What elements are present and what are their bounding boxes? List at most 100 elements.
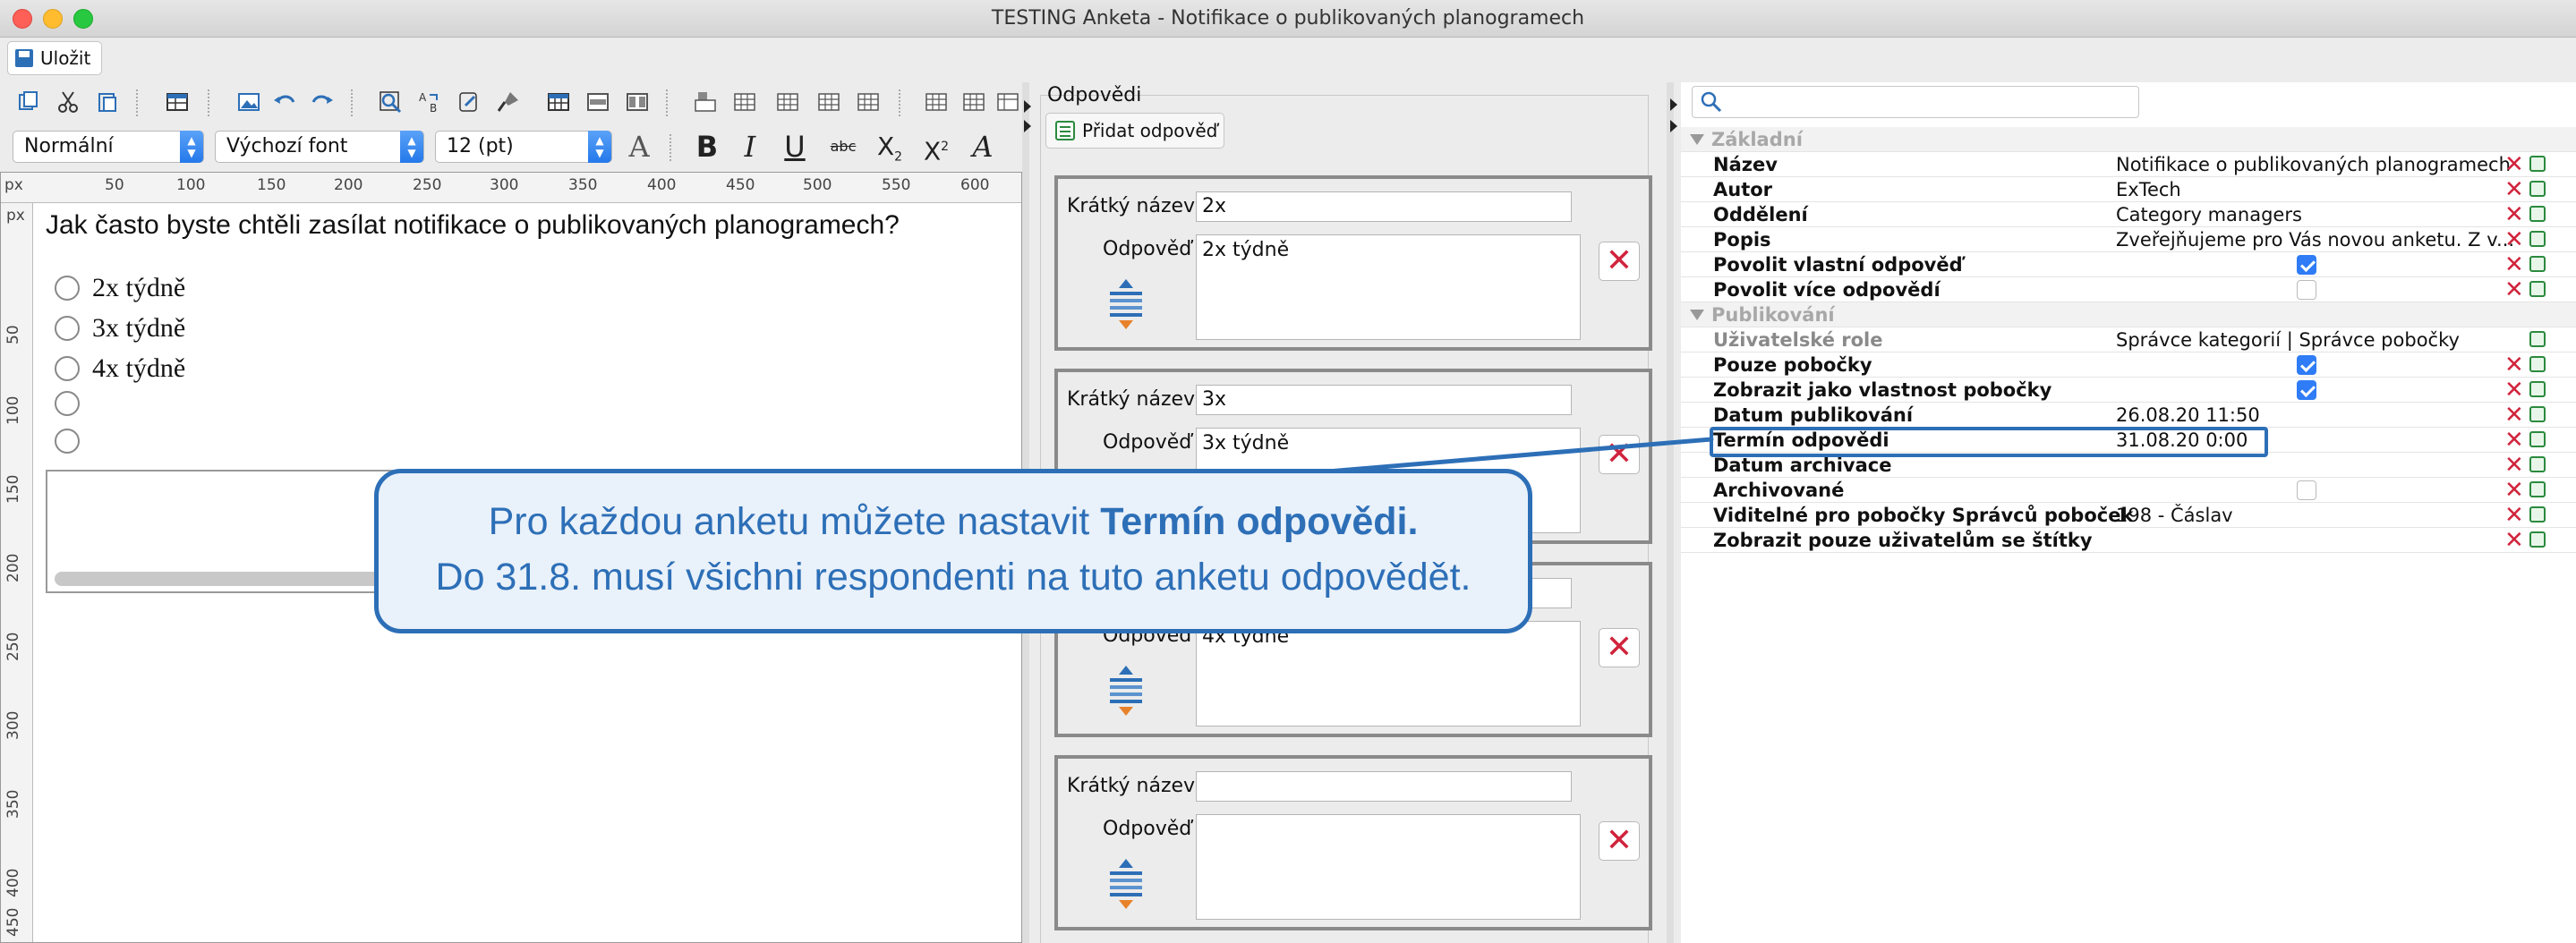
property-row[interactable]: Archivované ✕ xyxy=(1681,478,2576,503)
property-checkbox[interactable] xyxy=(2297,255,2316,275)
underline-icon[interactable]: U xyxy=(777,131,813,163)
bold-icon[interactable]: B xyxy=(689,131,725,163)
paragraph-style-select[interactable]: Normální ▲ ▼ xyxy=(13,131,204,163)
answer-option[interactable] xyxy=(55,391,92,416)
edit-value-icon[interactable] xyxy=(2529,406,2546,422)
merge-cells-icon[interactable] xyxy=(584,88,612,116)
property-row[interactable]: Zobrazit pouze uživatelům se štítky ✕ xyxy=(1681,528,2576,553)
clear-value-icon[interactable]: ✕ xyxy=(2504,277,2524,302)
grid-icon[interactable] xyxy=(773,88,802,116)
property-group-header[interactable]: Základní xyxy=(1681,127,2576,152)
clear-value-icon[interactable]: ✕ xyxy=(2504,353,2524,378)
property-checkbox[interactable] xyxy=(2297,280,2316,300)
expand-arrow-icon[interactable] xyxy=(1670,98,1677,111)
subscript-icon[interactable]: X2 xyxy=(872,131,908,165)
strikethrough-icon[interactable]: abc xyxy=(825,131,861,163)
property-row[interactable]: Zobrazit jako vlastnost pobočky ✕ xyxy=(1681,378,2576,403)
edit-value-icon[interactable] xyxy=(2529,481,2546,497)
link-icon[interactable] xyxy=(455,88,483,116)
split-cells-icon[interactable] xyxy=(623,88,652,116)
radio-button[interactable] xyxy=(55,316,80,341)
property-row[interactable]: Název Notifikace o publikovaných planogra… xyxy=(1681,152,2576,177)
clear-value-icon[interactable]: ✕ xyxy=(2504,528,2524,553)
edit-value-icon[interactable] xyxy=(2529,281,2546,297)
image-icon[interactable] xyxy=(235,88,263,116)
find-icon[interactable] xyxy=(376,88,405,116)
edit-value-icon[interactable] xyxy=(2529,256,2546,272)
collapse-triangle-icon[interactable] xyxy=(1690,134,1704,145)
property-group-header[interactable]: Publikování xyxy=(1681,302,2576,327)
delete-answer-button[interactable]: ✕ xyxy=(1599,628,1640,667)
edit-value-icon[interactable] xyxy=(2529,356,2546,372)
clear-value-icon[interactable]: ✕ xyxy=(2504,478,2524,503)
edit-value-icon[interactable] xyxy=(2529,331,2546,347)
cut-icon[interactable] xyxy=(54,88,82,116)
redo-icon[interactable] xyxy=(308,88,337,116)
property-row[interactable]: Viditelné pro pobočky Správců poboček 198… xyxy=(1681,503,2576,528)
edit-value-icon[interactable] xyxy=(2529,431,2546,447)
clear-value-icon[interactable]: ✕ xyxy=(2504,403,2524,428)
replace-icon[interactable]: AB xyxy=(415,88,444,116)
delete-answer-button[interactable]: ✕ xyxy=(1599,242,1640,281)
clear-value-icon[interactable]: ✕ xyxy=(2504,378,2524,403)
grid-icon[interactable] xyxy=(854,88,883,116)
property-row[interactable]: Oddělení Category managers ✕ xyxy=(1681,202,2576,227)
property-value[interactable]: Notifikace o publikovaných planogramech xyxy=(2116,152,2528,177)
answer-text-input[interactable] xyxy=(1196,814,1581,920)
clear-value-icon[interactable]: ✕ xyxy=(2504,202,2524,227)
delete-answer-button[interactable]: ✕ xyxy=(1599,821,1640,861)
grid-icon[interactable] xyxy=(815,88,843,116)
grid-icon[interactable] xyxy=(922,88,951,116)
table-icon[interactable] xyxy=(163,88,192,116)
clear-format-icon[interactable]: A xyxy=(965,131,1001,163)
reorder-icon[interactable] xyxy=(1105,664,1147,718)
property-row[interactable]: Pouze pobočky ✕ xyxy=(1681,353,2576,378)
clear-value-icon[interactable]: ✕ xyxy=(2504,152,2524,177)
clear-value-icon[interactable]: ✕ xyxy=(2504,227,2524,252)
grid-icon[interactable] xyxy=(730,88,759,116)
font-color-icon[interactable]: A xyxy=(621,131,657,163)
italic-icon[interactable]: I xyxy=(732,131,768,163)
insert-row-icon[interactable] xyxy=(691,88,720,116)
copy-icon[interactable] xyxy=(14,88,43,116)
superscript-icon[interactable]: X2 xyxy=(918,131,954,166)
edit-value-icon[interactable] xyxy=(2529,531,2546,548)
property-value[interactable]: 26.08.20 11:50 xyxy=(2116,403,2528,428)
panel-splitter[interactable] xyxy=(1667,82,1674,943)
clear-value-icon[interactable]: ✕ xyxy=(2504,503,2524,528)
save-button[interactable]: Uložit xyxy=(7,41,102,75)
format-painter-icon[interactable] xyxy=(494,88,523,116)
clear-value-icon[interactable]: ✕ xyxy=(2504,453,2524,478)
answer-option[interactable]: 4x týdně xyxy=(55,353,185,384)
property-checkbox[interactable] xyxy=(2297,380,2316,400)
answer-option[interactable]: 2x týdně xyxy=(55,273,185,303)
collapse-triangle-icon[interactable] xyxy=(1690,310,1704,320)
property-value[interactable]: Category managers xyxy=(2116,202,2528,227)
radio-button[interactable] xyxy=(55,356,80,381)
undo-icon[interactable] xyxy=(270,88,299,116)
short-name-input[interactable]: 2x xyxy=(1196,191,1572,222)
edit-value-icon[interactable] xyxy=(2529,381,2546,397)
grid-icon[interactable] xyxy=(960,88,988,116)
font-family-select[interactable]: Výchozí font ▲ ▼ xyxy=(215,131,424,163)
property-value[interactable]: Zveřejňujeme pro Vás novou anketu. Z v..… xyxy=(2116,227,2528,252)
short-name-input[interactable]: 3x xyxy=(1196,385,1572,415)
question-text[interactable]: Jak často byste chtěli zasílat notifikac… xyxy=(46,210,900,241)
property-row[interactable]: Autor ExTech ✕ xyxy=(1681,177,2576,202)
grid-icon[interactable] xyxy=(994,88,1022,116)
property-row[interactable]: Popis Zveřejňujeme pro Vás novou anketu. … xyxy=(1681,227,2576,252)
property-search-input[interactable] xyxy=(1692,86,2139,118)
property-row[interactable]: Datum publikování 26.08.20 11:50 ✕ xyxy=(1681,403,2576,428)
reorder-icon[interactable] xyxy=(1105,277,1147,331)
reorder-icon[interactable] xyxy=(1105,857,1147,911)
clear-value-icon[interactable]: ✕ xyxy=(2504,252,2524,277)
answer-text-input[interactable]: 2x týdně xyxy=(1196,234,1581,340)
property-checkbox[interactable] xyxy=(2297,480,2316,500)
edit-value-icon[interactable] xyxy=(2529,456,2546,472)
delete-answer-button[interactable]: ✕ xyxy=(1599,435,1640,474)
short-name-input[interactable] xyxy=(1196,771,1572,802)
edit-value-icon[interactable] xyxy=(2529,506,2546,522)
property-checkbox[interactable] xyxy=(2297,355,2316,375)
radio-button[interactable] xyxy=(55,391,80,416)
property-value[interactable]: Správce kategorií | Správce pobočky xyxy=(2116,327,2528,353)
